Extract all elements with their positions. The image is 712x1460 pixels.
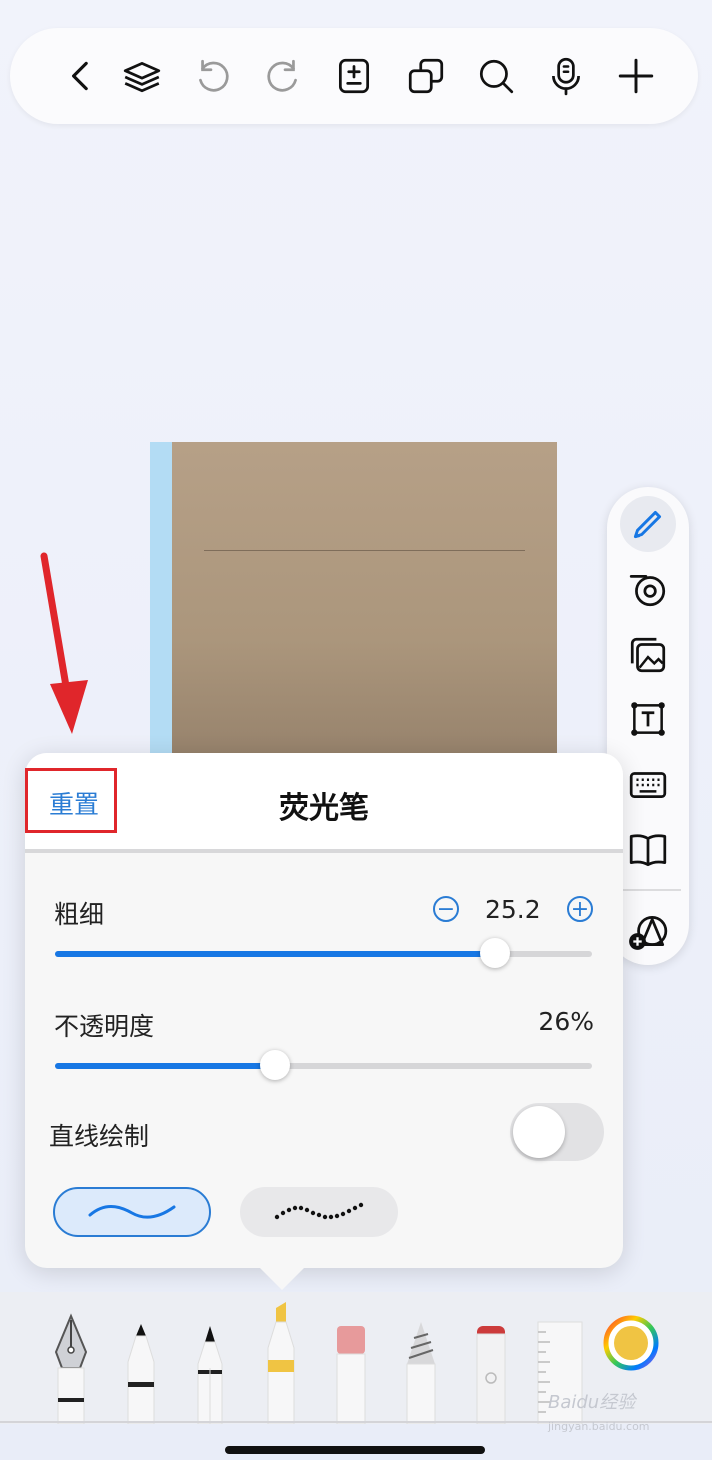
ballpoint-pen-icon[interactable] (124, 1322, 158, 1424)
thickness-slider-fill (55, 951, 496, 957)
spray-icon[interactable] (474, 1324, 508, 1424)
side-tool-divider (621, 889, 681, 891)
layers-icon[interactable] (118, 52, 166, 100)
color-picker-icon[interactable] (602, 1314, 660, 1372)
thickness-label: 粗细 (54, 900, 105, 929)
search-icon[interactable] (472, 52, 520, 100)
image-icon[interactable] (620, 627, 676, 683)
add-icon[interactable] (612, 52, 660, 100)
dotted-stroke-option[interactable] (240, 1187, 398, 1237)
panel-pointer (256, 1264, 308, 1290)
notebook-cover-body (172, 442, 557, 772)
opacity-slider-fill (55, 1063, 276, 1069)
panel-header: 重置 荧光笔 (25, 753, 623, 851)
pencil-icon[interactable] (194, 1322, 226, 1424)
straight-line-toggle[interactable] (510, 1103, 604, 1161)
home-indicator (225, 1446, 485, 1454)
highlighter-settings-panel: 重置 荧光笔 粗细 − 25.2 + 不透明度 26% 直线绘制 (25, 753, 623, 1268)
shapes-add-icon[interactable] (620, 903, 676, 959)
undo-icon[interactable] (188, 52, 236, 100)
pen-icon[interactable] (620, 496, 676, 552)
thickness-value: 25.2 (485, 895, 541, 924)
lasso-icon[interactable] (404, 1320, 438, 1424)
thickness-slider-knob[interactable] (480, 938, 511, 968)
highlighter-icon[interactable] (262, 1300, 298, 1424)
eraser-icon[interactable] (334, 1324, 368, 1424)
top-toolbar (10, 28, 698, 124)
notebook-title-line (204, 550, 525, 551)
keyboard-icon[interactable] (620, 756, 676, 812)
toggle-knob (513, 1106, 565, 1158)
smooth-stroke-option[interactable] (53, 1187, 211, 1237)
thickness-decrease-button[interactable]: − (433, 896, 459, 922)
straight-line-label: 直线绘制 (49, 1122, 150, 1151)
opacity-label: 不透明度 (54, 1012, 155, 1041)
panel-title: 荧光笔 (279, 791, 369, 826)
microphone-icon[interactable] (542, 52, 590, 100)
annotation-arrow (40, 552, 88, 734)
smooth-stroke-icon (88, 1205, 176, 1219)
tape-icon[interactable] (620, 561, 676, 617)
thickness-increase-button[interactable]: + (567, 896, 593, 922)
page-add-icon[interactable] (330, 52, 378, 100)
thickness-slider[interactable] (55, 938, 592, 968)
back-icon[interactable] (58, 52, 106, 100)
notebook-spine (150, 442, 172, 772)
notebook-cover[interactable] (150, 442, 557, 772)
redo-icon[interactable] (260, 52, 308, 100)
text-box-icon[interactable] (620, 691, 676, 747)
opacity-slider[interactable] (55, 1050, 592, 1080)
watermark-brand: Baidu经验 (548, 1392, 636, 1413)
watermark-url: jingyan.baidu.com (548, 1420, 650, 1433)
opacity-slider-knob[interactable] (260, 1050, 291, 1080)
book-icon[interactable] (620, 821, 676, 877)
dotted-stroke-icon (274, 1202, 364, 1220)
header-divider (25, 849, 623, 853)
opacity-value: 26% (538, 1007, 594, 1036)
fountain-pen-icon[interactable] (50, 1312, 92, 1424)
duplicate-icon[interactable] (402, 52, 450, 100)
